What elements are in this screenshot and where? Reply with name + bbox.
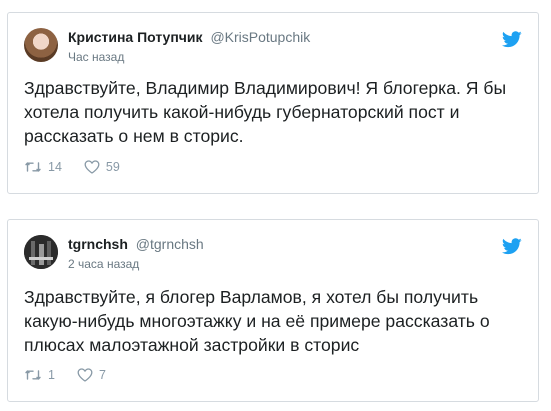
avatar[interactable] [24,235,58,269]
author-handle[interactable]: @KrisPotupchik [210,29,310,45]
tweet-actions: 14 59 [24,160,142,174]
heart-icon [84,160,100,174]
retweet-action[interactable]: 1 [24,368,55,382]
avatar[interactable] [24,28,58,62]
author-handle[interactable]: @tgrnchsh [136,236,204,252]
retweet-icon [25,370,41,380]
retweet-count: 14 [48,160,62,174]
author-name[interactable]: tgrnchsh [68,236,128,252]
like-action[interactable]: 7 [77,368,106,382]
retweet-icon [25,162,41,172]
timestamp[interactable]: 2 часа назад [68,257,139,271]
avatar-image [24,235,58,269]
timestamp[interactable]: Час назад [68,50,124,64]
tweet-text: Здравствуйте, Владимир Владимирович! Я б… [24,78,507,146]
like-count: 7 [98,368,106,382]
twitter-bird-icon[interactable] [502,238,522,255]
like-action[interactable]: 59 [84,160,120,174]
twitter-bird-icon[interactable] [502,31,522,48]
tweet-card[interactable]: tgrnchsh @tgrnchsh 2 часа назад Здравств… [7,219,539,402]
heart-icon [77,368,93,382]
tweet-text: Здравствуйте, я блогер Варламов, я хотел… [24,287,490,355]
retweet-count: 1 [48,368,55,382]
retweet-action[interactable]: 14 [24,160,62,174]
tweet-card[interactable]: Кристина Потупчик @KrisPotupchik Час наз… [7,12,539,194]
author-name[interactable]: Кристина Потупчик [68,29,203,45]
tweet-actions: 1 7 [24,368,128,382]
author-line: tgrnchsh @tgrnchsh [68,236,204,252]
author-line: Кристина Потупчик @KrisPotupchik [68,29,310,45]
like-count: 59 [105,160,120,174]
